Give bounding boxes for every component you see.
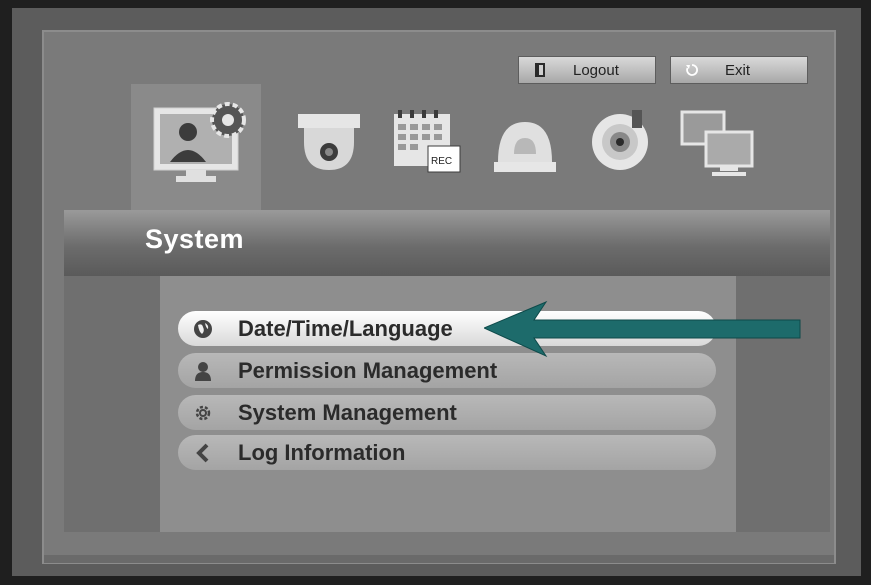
menu-item-label: Date/Time/Language: [238, 315, 453, 341]
calendar-rec-icon[interactable]: REC: [392, 108, 462, 179]
svg-text:REC: REC: [431, 156, 452, 167]
callout-arrow: [482, 300, 804, 365]
menu-item-label: System Management: [238, 399, 457, 425]
door-icon: [533, 63, 547, 77]
gear-icon: [192, 402, 214, 424]
menu-side-left: [64, 276, 160, 532]
network-monitors-icon[interactable]: [680, 110, 756, 185]
section-title: System: [145, 224, 245, 254]
ptz-lens-icon[interactable]: [588, 108, 654, 179]
monitor-gear-icon[interactable]: [152, 100, 252, 193]
logout-label: Logout: [573, 61, 619, 79]
logout-button[interactable]: Logout: [518, 56, 656, 84]
menu-item-label: Log Information: [238, 439, 406, 465]
chevron-icon: [192, 442, 214, 464]
refresh-icon: [685, 63, 699, 77]
dome-camera-icon[interactable]: [296, 112, 362, 179]
bottom-bar: [44, 555, 834, 563]
menu-item-label: Permission Management: [238, 357, 498, 383]
exit-label: Exit: [725, 61, 751, 79]
menu-item-log-information[interactable]: Log Information: [178, 435, 716, 470]
user-icon: [192, 360, 214, 382]
globe-icon: [192, 318, 214, 340]
menu-item-system-management[interactable]: System Management: [178, 395, 716, 430]
exit-button[interactable]: Exit: [670, 56, 808, 84]
alarm-dome-icon[interactable]: [490, 112, 560, 181]
